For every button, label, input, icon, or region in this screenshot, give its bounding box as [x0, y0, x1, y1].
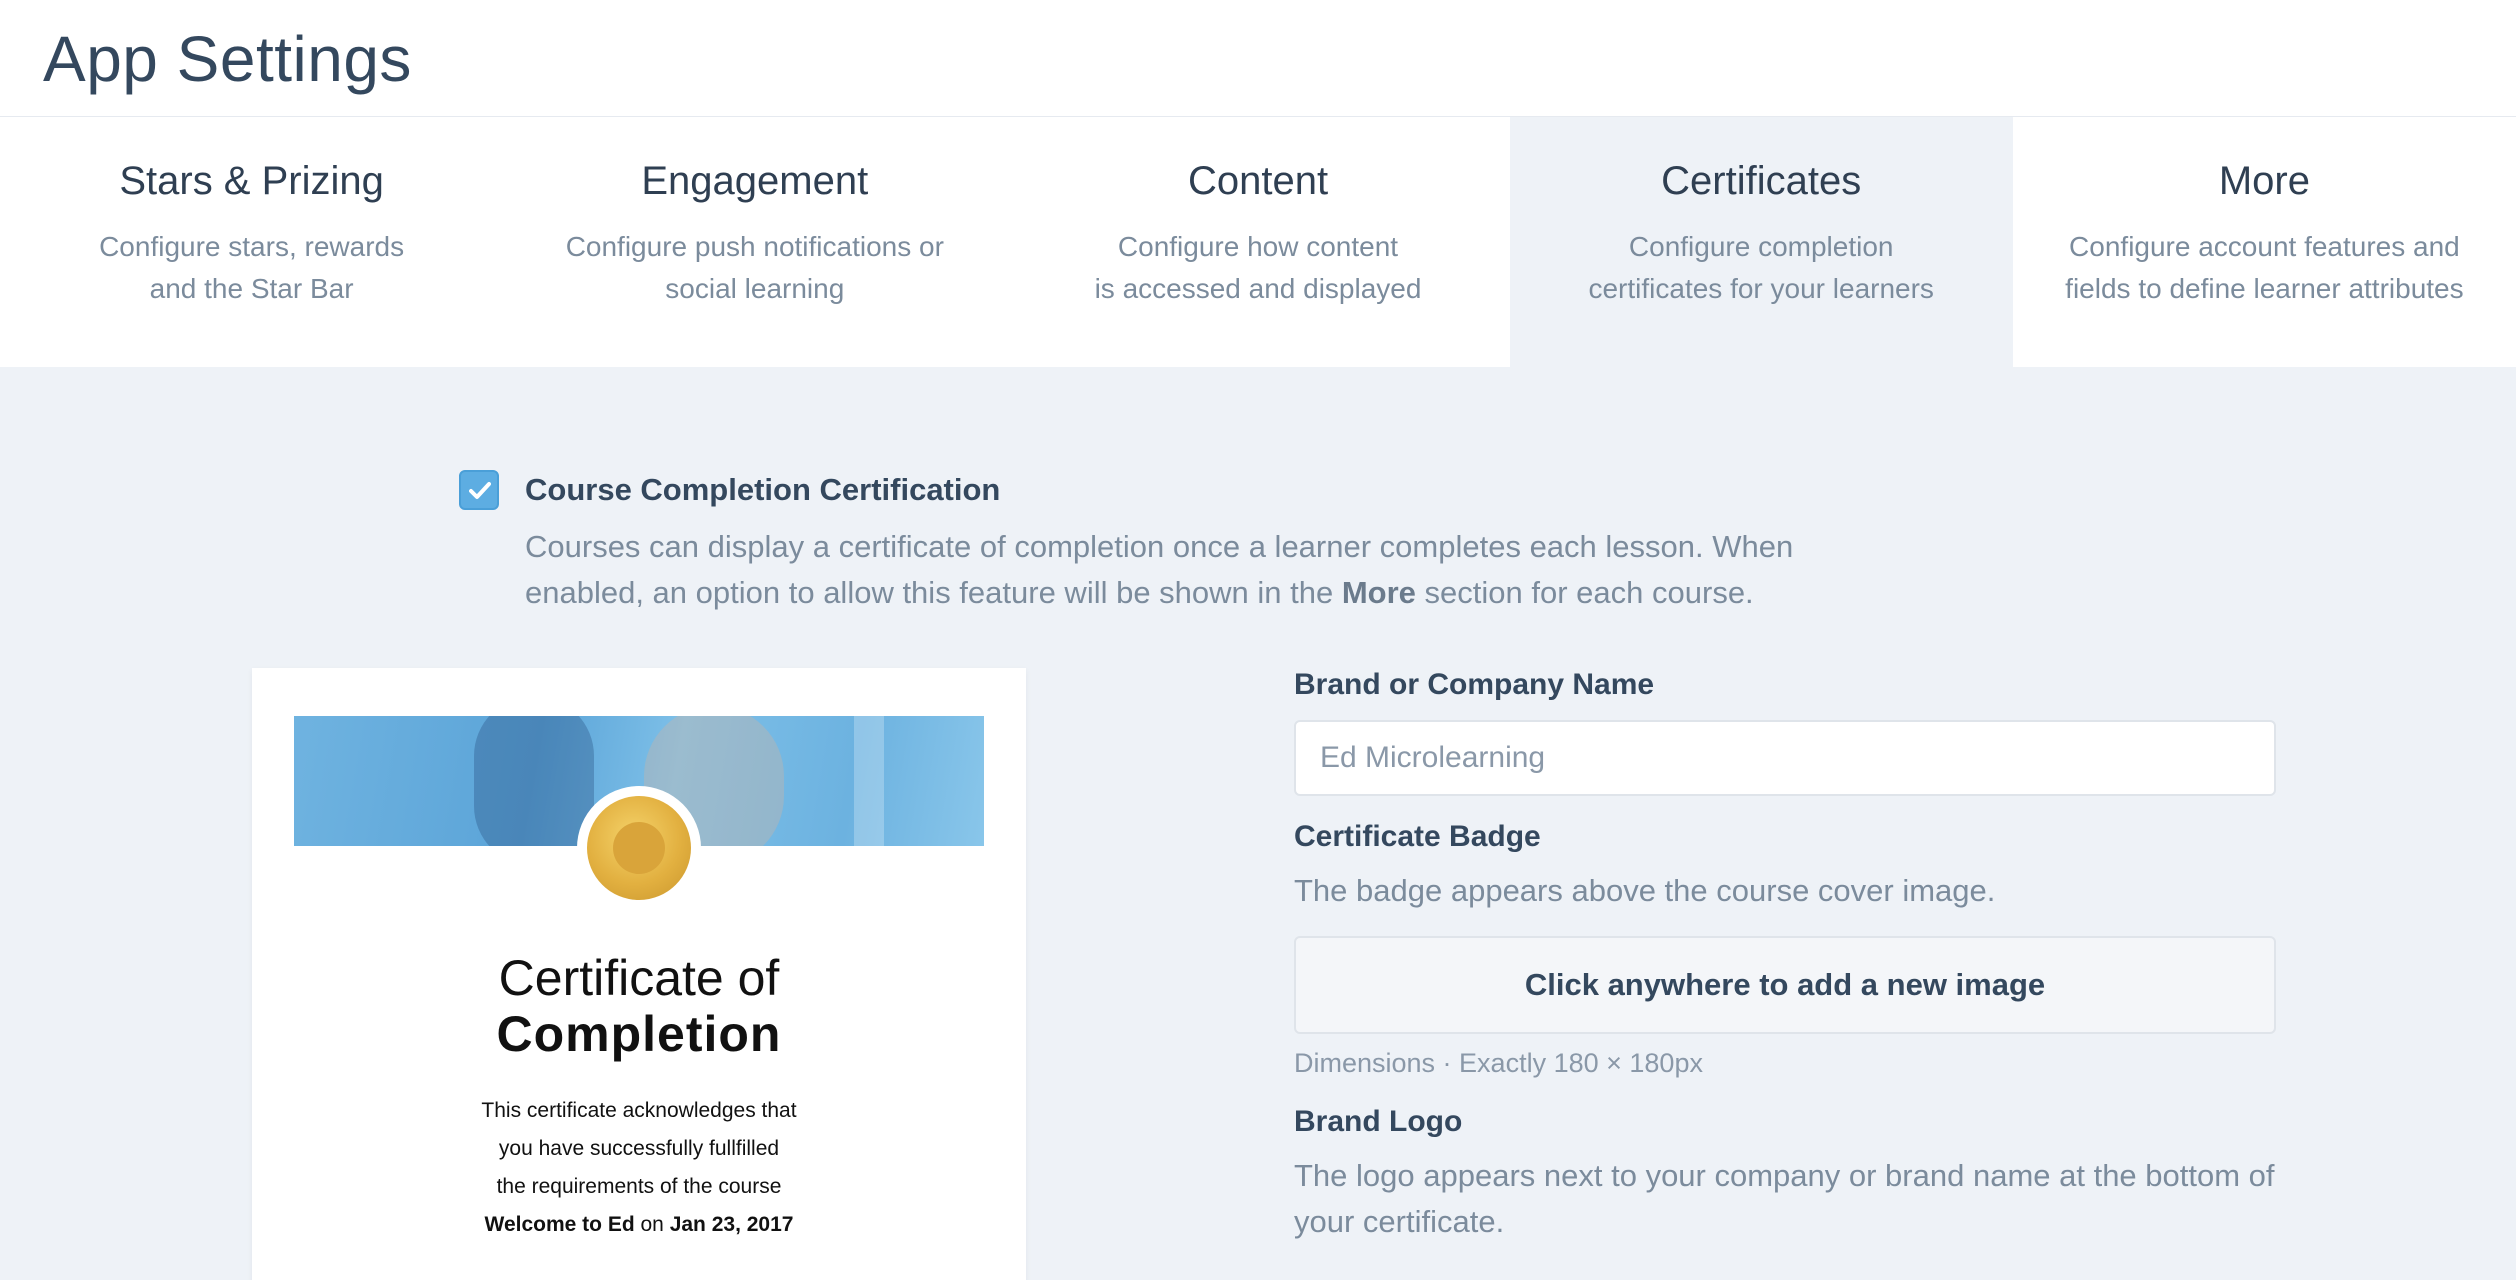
brand-logo-label: Brand Logo	[1294, 1105, 1463, 1138]
certificate-title-bold: Completion	[496, 1006, 782, 1062]
on-word: on	[640, 1213, 664, 1236]
certificate-body: This certificate acknowledges that you h…	[252, 1092, 1026, 1244]
add-image-button[interactable]: Click anywhere to add a new image	[1294, 936, 2276, 1034]
brand-logo-help-text: The logo appears next to your company or…	[1294, 1158, 2275, 1239]
description-text-end: section for each course.	[1415, 575, 1754, 610]
tab-description: Configure stars, rewards and the Star Ba…	[99, 231, 405, 304]
dimensions-hint: Dimensions · Exactly 180 × 180px	[1294, 1048, 1703, 1078]
certificate-body-line: This certificate acknowledges that	[481, 1099, 797, 1122]
completion-date: Jan 23, 2017	[669, 1213, 794, 1236]
certificate-body-line: you have successfully fullfilled	[498, 1137, 780, 1160]
badge-help-text: The badge appears above the course cover…	[1294, 873, 1996, 908]
tab-stars-prizing[interactable]: Stars & Prizing Configure stars, rewards…	[0, 117, 504, 367]
tab-description: Configure push notifications or social l…	[565, 231, 944, 304]
certification-checkbox[interactable]	[459, 470, 499, 510]
app-header: App Settings	[0, 0, 2516, 117]
checkmark-icon	[469, 482, 491, 499]
cover-figure	[474, 716, 594, 846]
certificate-preview: Certificate of Completion This certifica…	[252, 668, 1026, 1280]
certificate-badge	[577, 786, 701, 910]
certificate-body-line: the requirements of the course	[496, 1175, 782, 1198]
tab-description: Configure completion certificates for yo…	[1588, 231, 1934, 304]
tab-title: More	[2218, 159, 2310, 203]
tab-certificates[interactable]: Certificates Configure completion certif…	[1509, 117, 2013, 367]
tab-title: Certificates	[1661, 159, 1862, 203]
certificate-title: Certificate of Completion	[252, 950, 1026, 1062]
certification-description: Courses can display a certificate of com…	[525, 524, 1905, 616]
cover-figure	[854, 716, 884, 846]
certificate-settings-form: Brand or Company Name Certificate Badge …	[1294, 668, 2276, 1245]
tab-title: Stars & Prizing	[119, 159, 384, 203]
tab-title: Content	[1187, 159, 1329, 203]
brand-name-input[interactable]	[1294, 720, 2276, 796]
brand-name-label: Brand or Company Name	[1294, 668, 1655, 701]
tab-content[interactable]: Content Configure how content is accesse…	[1006, 117, 1510, 367]
tab-engagement[interactable]: Engagement Configure push notifications …	[503, 117, 1007, 367]
badge-seal-icon	[587, 796, 691, 900]
tab-more[interactable]: More Configure account features and fiel…	[2012, 117, 2516, 367]
settings-tabs: Stars & Prizing Configure stars, rewards…	[0, 117, 2516, 367]
certificate-course-line: Welcome to Ed on Jan 23, 2017	[252, 1206, 1026, 1244]
tab-description: Configure how content is accessed and di…	[1094, 231, 1422, 304]
certification-title: Course Completion Certification	[525, 472, 1001, 507]
badge-center	[613, 822, 665, 874]
certificate-title-line: Certificate of	[498, 950, 780, 1006]
more-emphasis: More	[1341, 575, 1416, 610]
course-name: Welcome to Ed	[484, 1213, 635, 1236]
badge-label: Certificate Badge	[1294, 820, 1541, 853]
page-title: App Settings	[43, 23, 412, 95]
tab-title: Engagement	[641, 159, 869, 203]
tab-description: Configure account features and fields to…	[2065, 231, 2464, 304]
